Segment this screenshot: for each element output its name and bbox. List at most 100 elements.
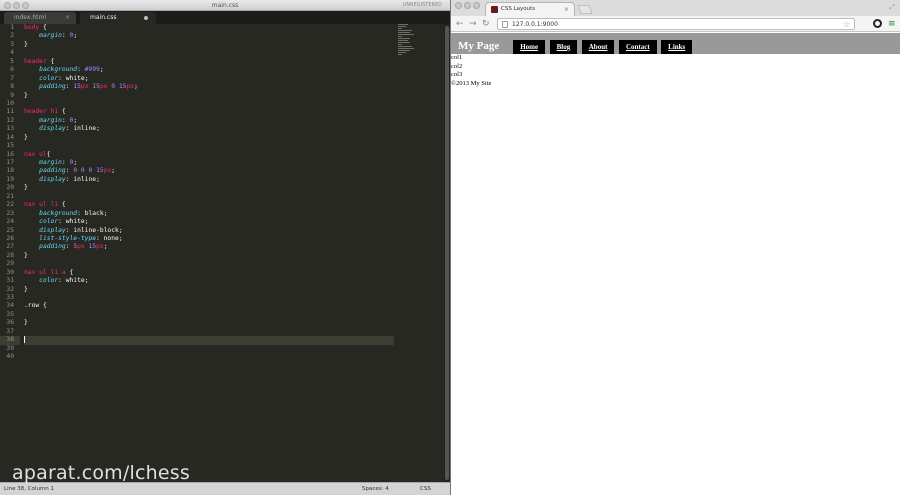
css-property: list-style-type	[39, 234, 97, 242]
nav-link[interactable]: Home	[520, 43, 538, 51]
css-property: display	[39, 226, 66, 234]
watermark-text: aparat.com/lchess	[12, 462, 190, 484]
css-property: color	[39, 218, 59, 226]
reload-button[interactable]: ↻	[482, 17, 490, 31]
new-tab-button[interactable]	[577, 5, 593, 14]
brace: {	[65, 268, 74, 276]
editor-window-title: main.css	[211, 2, 239, 9]
site-footer: ©2013 My Site	[451, 79, 492, 87]
nav-link[interactable]: Contact	[626, 43, 650, 51]
css-value: none	[103, 234, 119, 242]
css-value: 0	[80, 167, 85, 175]
unsaved-dot-icon[interactable]	[144, 16, 148, 20]
address-bar[interactable]: 127.0.0.1:9000 ☆	[497, 18, 855, 30]
brace: }	[24, 40, 28, 48]
indentation-setting[interactable]: Spaces: 4	[362, 483, 389, 495]
syntax-mode[interactable]: CSS	[420, 483, 431, 495]
code-line: }	[24, 134, 394, 142]
css-value: inline	[73, 175, 97, 183]
css-selector: nav ul li a	[24, 268, 66, 276]
line-number: 28	[6, 251, 14, 259]
tab-index-html[interactable]: index.html ×	[4, 12, 76, 24]
line-number: 35	[6, 310, 14, 318]
code-line: nav ul{	[24, 151, 394, 159]
code-lines[interactable]: body { margin: 0; } header { background:…	[24, 24, 394, 362]
line-number-gutter: 1 2 3 4 5 6 7 8 9 10 11 12 13 14 15 16 1…	[0, 24, 20, 482]
site-nav: Home Blog About Contact Links	[503, 40, 693, 57]
fullscreen-icon[interactable]: ⤢	[889, 3, 895, 12]
brace: {	[58, 201, 66, 209]
line-number: 37	[6, 327, 14, 335]
zoom-window-button[interactable]	[473, 2, 480, 9]
minimize-window-button[interactable]	[464, 2, 471, 9]
menu-icon[interactable]: ≡	[888, 17, 896, 31]
brace: {	[46, 150, 51, 158]
css-value: white	[65, 74, 85, 82]
line-number: 3	[10, 40, 14, 48]
close-icon[interactable]: ×	[65, 12, 70, 24]
minimap[interactable]	[398, 24, 428, 64]
editor-titlebar: main.css UNREGISTERED	[0, 0, 450, 11]
nav-item-links[interactable]: Links	[661, 40, 693, 54]
css-property: display	[39, 125, 66, 133]
css-selector: header	[24, 57, 47, 65]
nav-link[interactable]: Blog	[557, 43, 571, 51]
nav-item-contact[interactable]: Contact	[618, 40, 657, 54]
line-number: 25	[6, 226, 14, 234]
line-number: 21	[6, 192, 14, 200]
brace: {	[46, 57, 55, 65]
css-unit: px	[80, 83, 89, 91]
line-number-current: 38	[0, 336, 20, 345]
code-line: color: white;	[39, 277, 89, 285]
browser-tab[interactable]: CSS Layouts ×	[485, 2, 575, 16]
code-line: nav ul li a {	[24, 269, 394, 277]
url-text: 127.0.0.1:9000	[512, 21, 558, 28]
code-line: background: black;	[39, 209, 108, 217]
code-editor-window: main.css UNREGISTERED index.html × main.…	[0, 0, 450, 495]
code-line: }	[24, 92, 394, 100]
line-number: 8	[10, 83, 14, 91]
back-button[interactable]: ←	[456, 17, 464, 31]
code-line: padding: 5px 15px;	[39, 243, 108, 251]
line-number: 40	[6, 353, 14, 361]
code-line: list-style-type: none;	[39, 234, 123, 242]
line-number: 18	[6, 167, 14, 175]
nav-link[interactable]: About	[589, 43, 608, 51]
code-line-current[interactable]	[24, 336, 394, 345]
editor-scrollbar-thumb[interactable]	[445, 26, 449, 480]
brace: {	[58, 108, 66, 116]
line-number: 16	[6, 150, 14, 158]
close-window-button[interactable]	[455, 2, 462, 9]
code-line: margin: 0;	[39, 116, 78, 124]
extension-icon[interactable]	[873, 19, 882, 28]
css-property: margin	[39, 159, 62, 166]
brace: }	[24, 319, 28, 327]
browser-toolbar: ← → ↻ 127.0.0.1:9000 ☆ ≡	[451, 16, 900, 32]
code-line: display: inline-block;	[39, 226, 123, 234]
line-number: 14	[6, 133, 14, 141]
page-icon	[502, 21, 508, 28]
code-line: }	[24, 41, 394, 49]
close-icon[interactable]: ×	[564, 3, 569, 16]
code-area[interactable]: 1 2 3 4 5 6 7 8 9 10 11 12 13 14 15 16 1…	[0, 24, 444, 482]
nav-item-blog[interactable]: Blog	[549, 40, 578, 54]
css-value: 0	[111, 83, 116, 91]
nav-item-home[interactable]: Home	[513, 40, 546, 54]
code-line: }	[24, 252, 394, 260]
nav-link[interactable]: Links	[668, 43, 685, 51]
tab-main-css[interactable]: main.css	[80, 12, 156, 24]
code-line: display: inline;	[39, 125, 100, 133]
bookmark-star-icon[interactable]: ☆	[843, 19, 850, 30]
code-line: nav ul li {	[24, 201, 394, 209]
brace: }	[24, 184, 28, 192]
css-value: 0	[88, 167, 93, 175]
css-value: 15	[88, 243, 97, 251]
forward-button[interactable]: →	[469, 17, 477, 31]
code-line: }	[24, 319, 394, 327]
nav-item-about[interactable]: About	[581, 40, 615, 54]
css-value: #999	[84, 66, 100, 74]
brace: }	[24, 133, 28, 141]
